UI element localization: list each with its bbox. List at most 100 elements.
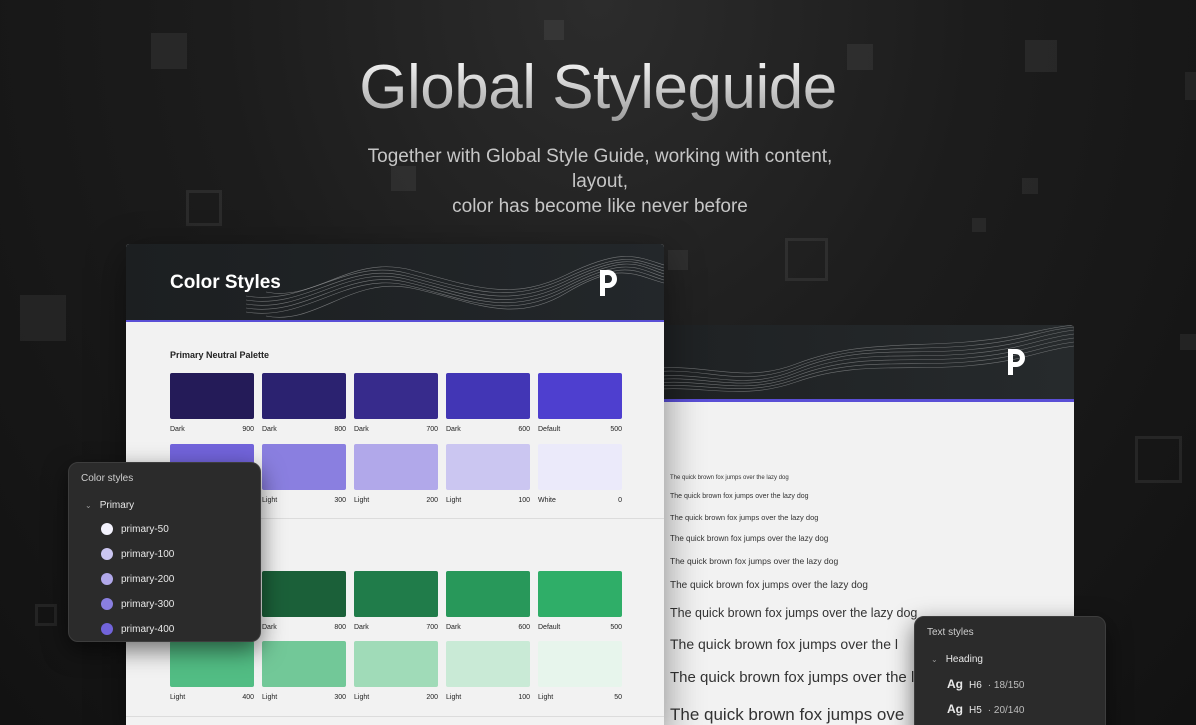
text-style-meta: · 20/140 (987, 705, 1025, 716)
color-swatch[interactable] (262, 373, 346, 419)
color-swatch[interactable] (446, 373, 530, 419)
text-sample-2: The quick brown fox jumps over the lazy … (670, 493, 809, 500)
text-sample-7: The quick brown fox jumps over the lazy … (670, 606, 918, 620)
color-style-name: primary-400 (121, 623, 175, 635)
bg-square (668, 250, 688, 270)
swatch-value: 200 (426, 694, 438, 701)
swatch-value: 600 (518, 624, 530, 631)
color-style-item[interactable]: primary-300 (101, 598, 174, 610)
swatch-label: Dark 700 (354, 624, 438, 631)
color-swatch[interactable] (354, 373, 438, 419)
bg-square (20, 295, 66, 341)
swatch-value: 900 (242, 426, 254, 433)
swatch-name: Light (354, 694, 370, 701)
chevron-down-icon: ⌄ (85, 501, 92, 510)
swatch-label: Dark 600 (446, 624, 530, 631)
color-swatch[interactable] (354, 641, 438, 687)
swatch-label: Light 300 (262, 497, 346, 504)
color-swatch[interactable] (262, 444, 346, 490)
swatch-value: 50 (614, 694, 622, 701)
text-sample-8: The quick brown fox jumps over the l (670, 636, 898, 652)
text-sample-9: The quick brown fox jumps over the l (670, 669, 915, 686)
color-style-item[interactable]: primary-400 (101, 623, 174, 635)
swatch-label: Light 200 (354, 497, 438, 504)
swatch-value: 300 (334, 497, 346, 504)
color-swatch[interactable] (446, 571, 530, 617)
swatch-value: 200 (426, 497, 438, 504)
bg-square-outline (1135, 436, 1182, 483)
swatch-label: Dark 900 (170, 426, 254, 433)
color-group-primary[interactable]: ⌄ Primary (85, 500, 134, 511)
text-style-ag: Ag (947, 677, 963, 691)
swatch-value: 500 (610, 624, 622, 631)
bg-square (1180, 334, 1196, 350)
text-style-ag: Ag (947, 702, 963, 716)
primary-palette-title: Primary Neutral Palette (170, 350, 270, 360)
color-styles-panel: Color styles ⌄ Primary primary-50 primary… (68, 462, 261, 642)
color-card-banner: Color Styles (126, 244, 664, 322)
subtitle-line: color has become like never before (452, 196, 748, 217)
color-swatch[interactable] (262, 641, 346, 687)
color-swatch[interactable] (538, 373, 622, 419)
color-swatch[interactable] (446, 641, 530, 687)
swatch-label: Dark 800 (262, 624, 346, 631)
color-swatch[interactable] (354, 444, 438, 490)
swatch-label: Light 100 (446, 694, 530, 701)
swatch-label: Light 300 (262, 694, 346, 701)
text-sample-1: The quick brown fox jumps over the lazy … (670, 475, 789, 481)
text-style-h6[interactable]: Ag H6 · 18/150 (947, 677, 1025, 691)
swatch-name: Light (354, 497, 370, 504)
color-swatch[interactable] (170, 641, 254, 687)
bg-square (544, 20, 564, 40)
text-sample-4: The quick brown fox jumps over the lazy … (670, 534, 829, 543)
swatch-name: Default (538, 426, 561, 433)
swatch-value: 800 (334, 426, 346, 433)
color-style-name: primary-50 (121, 523, 169, 535)
text-style-h5[interactable]: Ag H5 · 20/140 (947, 702, 1025, 716)
color-style-name: primary-300 (121, 598, 175, 610)
swatch-label: Light 400 (170, 694, 254, 701)
swatch-value: 300 (334, 694, 346, 701)
color-swatch[interactable] (262, 571, 346, 617)
swatch-label: White 0 (538, 497, 622, 504)
color-swatch[interactable] (446, 444, 530, 490)
swatch-name: Dark (446, 426, 461, 433)
text-style-level: H6 (969, 680, 982, 691)
color-style-item[interactable]: primary-100 (101, 548, 174, 560)
color-style-item[interactable]: primary-50 (101, 523, 169, 535)
text-group-heading[interactable]: ⌄ Heading (931, 654, 983, 665)
text-styles-panel: Text styles ⌄ Heading Ag H6 · 18/150 Ag … (914, 616, 1106, 725)
color-swatch[interactable] (538, 641, 622, 687)
subtitle-line: Together with Global Style Guide, workin… (367, 146, 833, 192)
color-swatch[interactable] (354, 571, 438, 617)
swatch-name: Dark (354, 426, 369, 433)
color-swatch[interactable] (538, 571, 622, 617)
swatch-value: 700 (426, 426, 438, 433)
color-swatch[interactable] (538, 444, 622, 490)
swatch-name: Light (262, 694, 278, 701)
color-dot-icon (101, 523, 113, 535)
swatch-name: Light (538, 694, 554, 701)
swatch-name: Dark (446, 624, 461, 631)
color-swatch[interactable] (170, 373, 254, 419)
group-label: Primary (99, 500, 135, 511)
swatch-value: 0 (618, 497, 622, 504)
swatch-name: White (538, 497, 556, 504)
color-style-item[interactable]: primary-200 (101, 573, 174, 585)
panel-header: Color styles (81, 473, 134, 484)
brand-logo-icon (1008, 349, 1025, 375)
swatch-value: 600 (518, 426, 530, 433)
text-sample-6: The quick brown fox jumps over the lazy … (670, 580, 868, 591)
bg-square-outline (785, 238, 828, 281)
swatch-value: 500 (610, 426, 622, 433)
swatch-name: Light (446, 497, 462, 504)
color-dot-icon (101, 548, 113, 560)
color-dot-icon (101, 573, 113, 585)
brand-logo-icon (600, 270, 617, 296)
chevron-down-icon: ⌄ (931, 655, 938, 664)
swatch-label: Default 500 (538, 426, 622, 433)
swatch-name: Light (446, 694, 462, 701)
swatch-label: Dark 600 (446, 426, 530, 433)
text-style-meta: · 18/150 (987, 680, 1025, 691)
swatch-label: Dark 700 (354, 426, 438, 433)
